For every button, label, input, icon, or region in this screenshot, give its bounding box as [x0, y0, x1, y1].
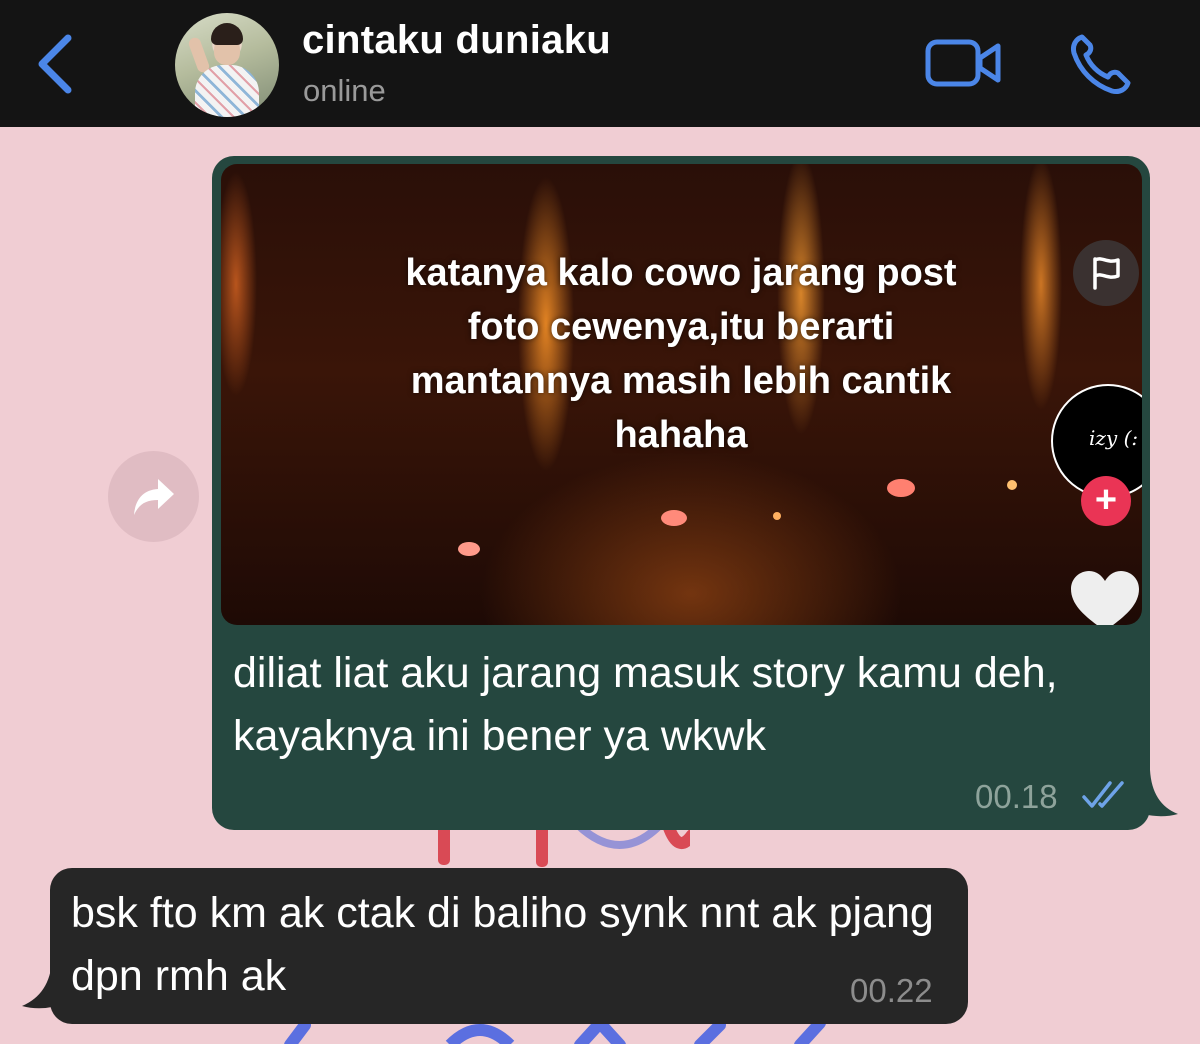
contact-status: online — [303, 73, 386, 108]
heart-icon[interactable] — [1069, 569, 1141, 625]
chevron-left-icon — [38, 34, 72, 94]
follow-button[interactable]: + — [1081, 476, 1131, 526]
forward-arrow-icon — [134, 479, 174, 515]
video-camera-icon — [925, 39, 1001, 87]
incoming-message-bubble[interactable]: bsk fto km ak ctak di baliho synk nnt ak… — [50, 868, 968, 1024]
phone-icon — [1071, 34, 1131, 94]
message-text: diliat liat aku jarang masuk story kamu … — [233, 649, 1058, 760]
video-caption: katanya kalo cowo jarang post foto cewen… — [405, 252, 957, 456]
back-button[interactable] — [30, 32, 80, 96]
chat-header: cintaku duniaku online — [0, 0, 1200, 127]
shared-video-thumbnail[interactable]: katanya kalo cowo jarang post foto cewen… — [221, 164, 1142, 625]
wallpaper-decoration — [438, 825, 690, 867]
message-timestamp: 00.18 — [975, 778, 1058, 815]
plus-icon: + — [1094, 479, 1118, 521]
flag-icon — [1093, 257, 1120, 290]
message-timestamp: 00.22 — [850, 972, 933, 1009]
double-check-icon — [1082, 781, 1124, 808]
contact-name[interactable]: cintaku duniaku — [302, 18, 611, 63]
report-button[interactable] — [1073, 240, 1139, 306]
outgoing-message-bubble[interactable]: katanya kalo cowo jarang post foto cewen… — [212, 156, 1150, 830]
voice-call-button[interactable] — [1068, 33, 1132, 95]
video-call-button[interactable] — [924, 36, 1002, 90]
message-text: bsk fto km ak ctak di baliho synk nnt ak… — [71, 889, 934, 1000]
creator-label: izy (: — [1089, 426, 1139, 450]
avatar[interactable] — [175, 13, 279, 117]
forward-button[interactable] — [108, 451, 199, 542]
